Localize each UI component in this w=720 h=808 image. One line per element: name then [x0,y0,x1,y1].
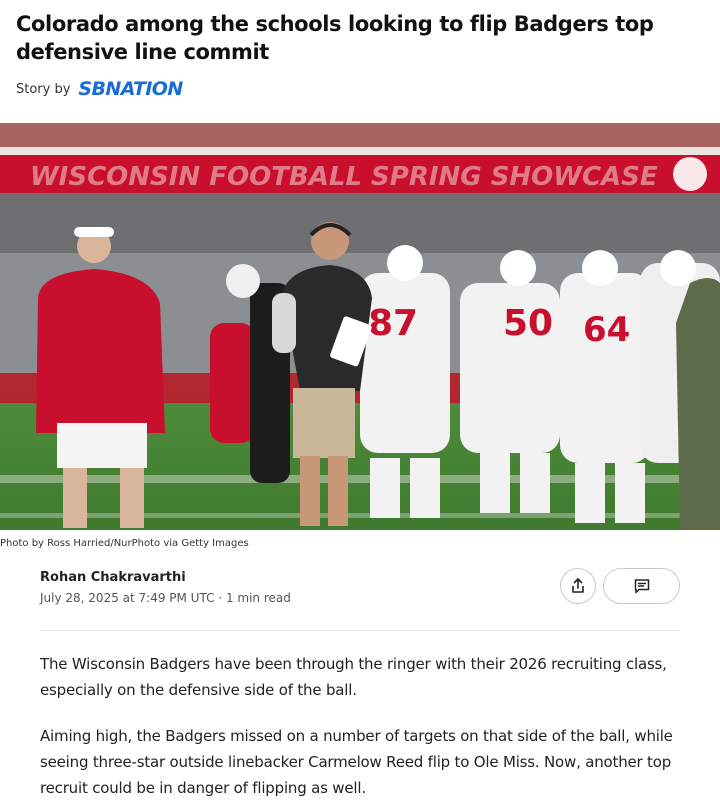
article-paragraph: Aiming high, the Badgers missed on a num… [40,727,673,797]
article-body: The Wisconsin Badgers have been through … [40,651,680,808]
jersey-number-87: 87 [368,303,418,344]
section-divider [40,630,680,631]
publisher-logo[interactable]: SBNATION [78,78,183,100]
meta-separator: · [218,591,226,605]
photo-caption: Photo by Ross Harried/NurPhoto via Getty… [0,538,249,549]
share-icon [572,578,584,593]
article-headline: Colorado among the schools looking to fl… [16,12,654,64]
author-meta: July 28, 2025 at 7:49 PM UTC · 1 min rea… [40,591,291,605]
story-byline: Story by SBNATION [16,78,183,100]
jersey-number-50: 50 [503,303,553,344]
author-name[interactable]: Rohan Chakravarthi [40,570,291,585]
read-time: 1 min read [225,591,291,605]
author-block: Rohan Chakravarthi July 28, 2025 at 7:49… [40,570,291,605]
publish-date: July 28, 2025 at 7:49 PM UTC [40,591,215,605]
story-by-label: Story by [16,81,71,97]
article-photo: WISCONSIN FOOTBALL SPRING SHOWCASE 87 50… [0,123,720,530]
jersey-number-64: 64 [583,310,630,350]
share-button[interactable] [560,568,596,604]
comment-icon [634,579,649,594]
article-paragraph: The Wisconsin Badgers have been through … [40,655,667,699]
comments-button[interactable] [603,568,680,604]
banner-text: WISCONSIN FOOTBALL SPRING SHOWCASE [30,162,658,192]
